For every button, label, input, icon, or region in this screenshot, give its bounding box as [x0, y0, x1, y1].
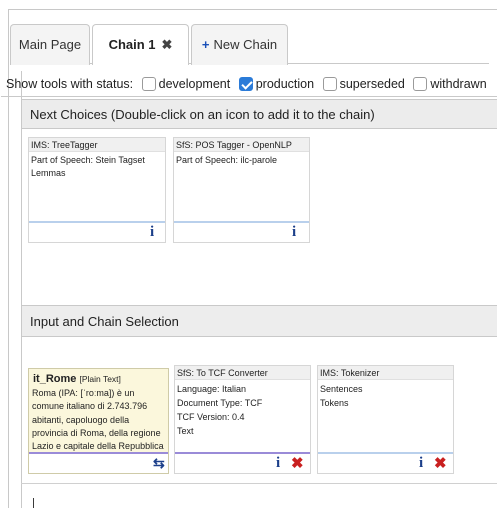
input-text-preview: Roma (IPA: [ˈroːma]) è un comune italian… — [29, 385, 168, 456]
status-filter-label: Show tools with status: — [6, 77, 134, 91]
input-type: [Plain Text] — [79, 374, 121, 384]
card-footer: i — [174, 221, 309, 242]
section-title: Input and Chain Selection — [30, 314, 179, 329]
checkbox-label[interactable]: withdrawn — [430, 77, 486, 91]
chain-selection-header: Input and Chain Selection — [22, 305, 497, 337]
card-footer: i ✖ — [175, 452, 310, 473]
tool-title: SfS: POS Tagger - OpenNLP — [174, 138, 309, 152]
tab-main-page[interactable]: Main Page — [10, 24, 90, 65]
status-filter: Show tools with status: development prod… — [1, 71, 497, 97]
card-footer: i — [29, 221, 165, 242]
divider — [21, 483, 497, 484]
input-text-card[interactable]: it_Rome [Plain Text] Roma (IPA: [ˈroːma]… — [28, 368, 169, 474]
checkbox-superseded[interactable] — [322, 77, 337, 91]
tool-card-tcf-converter[interactable]: SfS: To TCF Converter Language: Italian … — [174, 365, 311, 474]
card-footer: i ✖ — [318, 452, 453, 473]
tool-line: Tokens — [320, 398, 349, 408]
tab-label: Main Page — [18, 37, 82, 52]
text-line: Roma (IPA: [ˈroːma]) è un — [32, 388, 135, 398]
tool-line: Sentences — [320, 384, 363, 394]
text-cursor — [33, 498, 34, 508]
tool-line: Document Type: TCF — [177, 398, 263, 408]
tool-title: IMS: Tokenizer — [318, 366, 453, 380]
tab-chain-1[interactable]: Chain 1 ✖ — [92, 24, 189, 65]
tool-title: SfS: To TCF Converter — [175, 366, 310, 380]
chain-panel: Show tools with status: development prod… — [1, 71, 497, 508]
info-icon[interactable]: i — [150, 225, 154, 240]
checkbox-label[interactable]: production — [256, 77, 314, 91]
text-line: provincia di Roma, della regione — [32, 427, 161, 438]
info-icon[interactable]: i — [419, 456, 423, 471]
checkbox-withdrawn[interactable] — [413, 77, 428, 91]
tool-line: Text — [177, 426, 194, 436]
checkbox-production[interactable] — [238, 77, 253, 91]
tool-line: Lemmas — [31, 168, 66, 178]
card-footer: ⇆ — [29, 452, 168, 473]
tool-card-tokenizer[interactable]: IMS: Tokenizer Sentences Tokens i ✖ — [317, 365, 454, 474]
input-title: it_Rome [Plain Text] — [29, 369, 168, 385]
tool-line: Part of Speech: Stein Tagset — [31, 155, 145, 165]
checkbox-label[interactable]: superseded — [340, 77, 405, 91]
tool-line: TCF Version: 0.4 — [177, 412, 245, 422]
tab-new-chain[interactable]: + New Chain — [191, 24, 288, 65]
tool-title: IMS: TreeTagger — [29, 138, 165, 152]
section-title: Next Choices (Double-click on an icon to… — [30, 107, 375, 122]
tool-description: Language: Italian Document Type: TCF TCF… — [175, 380, 310, 438]
text-line: comune italiano di 2.743.796 — [32, 401, 148, 412]
tool-card-pos-tagger-opennlp[interactable]: SfS: POS Tagger - OpenNLP Part of Speech… — [173, 137, 310, 243]
swap-icon[interactable]: ⇆ — [153, 456, 165, 471]
tab-bar: Main Page Chain 1 ✖ + New Chain — [10, 20, 489, 65]
next-choices-header: Next Choices (Double-click on an icon to… — [22, 99, 497, 129]
tool-line: Part of Speech: ilc-parole — [176, 155, 278, 165]
tool-line: Language: Italian — [177, 384, 247, 394]
tab-label: New Chain — [213, 37, 278, 52]
checkbox-label[interactable]: development — [159, 77, 231, 91]
tab-label: Chain 1 — [108, 37, 156, 52]
checkbox-development[interactable] — [141, 77, 156, 91]
tool-description: Part of Speech: ilc-parole — [174, 152, 309, 167]
plus-icon: + — [201, 37, 210, 52]
delete-icon[interactable]: ✖ — [291, 456, 304, 471]
info-icon[interactable]: i — [276, 456, 280, 471]
close-icon[interactable]: ✖ — [162, 37, 173, 52]
tool-card-treetagger[interactable]: IMS: TreeTagger Part of Speech: Stein Ta… — [28, 137, 166, 243]
info-icon[interactable]: i — [292, 225, 296, 240]
tool-description: Sentences Tokens — [318, 380, 453, 410]
input-name: it_Rome — [33, 373, 77, 385]
text-line: abitanti, capoluogo della — [32, 414, 130, 425]
delete-icon[interactable]: ✖ — [434, 456, 447, 471]
tool-description: Part of Speech: Stein Tagset Lemmas — [29, 152, 165, 180]
